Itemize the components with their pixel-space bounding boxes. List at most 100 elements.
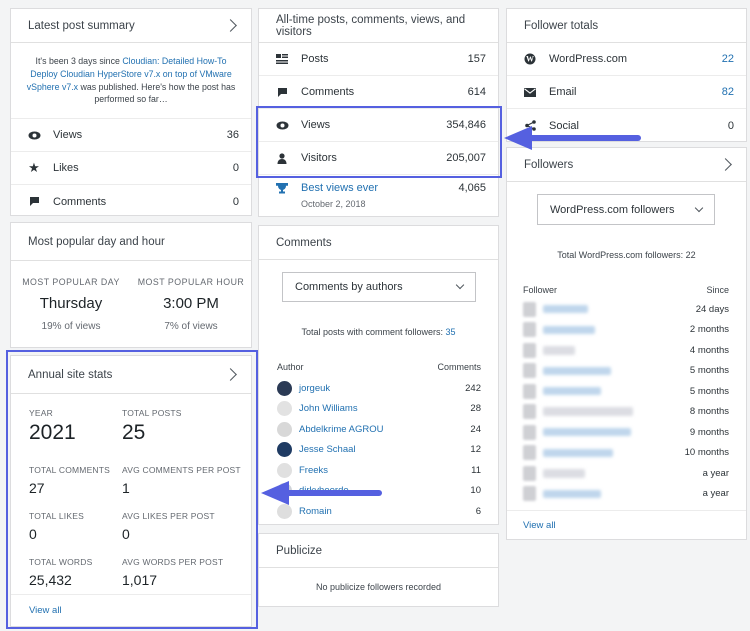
- card-title: Comments: [276, 236, 332, 249]
- card-title: Latest post summary: [28, 19, 135, 32]
- avatar: [277, 462, 292, 478]
- best-views-date: October 2, 2018: [301, 199, 366, 209]
- follower-since: 5 months: [689, 385, 729, 397]
- follower-name-blurred[interactable]: [543, 428, 631, 437]
- followers-footer: View all: [507, 510, 746, 539]
- popular-day: Thursday: [39, 295, 103, 312]
- follower-since: 8 months: [689, 406, 729, 418]
- latest-post-summary-header[interactable]: Latest post summary: [11, 9, 251, 43]
- follower-row: a year: [523, 463, 729, 484]
- followers-card: Followers WordPress.com followers Total …: [506, 147, 747, 540]
- avatar: [523, 445, 536, 461]
- wordpress-followers-link[interactable]: 22: [722, 53, 734, 65]
- author-link[interactable]: Jesse Schaal: [299, 444, 470, 455]
- avatar: [523, 301, 536, 317]
- author-comment-count: 12: [470, 444, 481, 456]
- author-link[interactable]: Abdelkrime AGROU: [299, 424, 470, 435]
- follower-row: 2 months: [523, 320, 729, 341]
- best-views-value: 4,065: [458, 182, 486, 194]
- comment-author-row: Jesse Schaal 12: [277, 440, 481, 461]
- chevron-right-icon[interactable]: [224, 19, 237, 32]
- follower-row: 5 months: [523, 381, 729, 402]
- follower-row: 10 months: [523, 443, 729, 464]
- mail-icon: [523, 87, 537, 97]
- follower-wordpress-row: W WordPress.com 22: [507, 43, 746, 76]
- publicize-header: Publicize: [259, 534, 498, 568]
- avatar: [523, 363, 536, 379]
- author-link[interactable]: jorgeuk: [299, 383, 465, 394]
- card-title: Most popular day and hour: [28, 235, 165, 248]
- avatar: [277, 442, 292, 458]
- comment-icon: [27, 196, 41, 207]
- avatar: [277, 401, 292, 417]
- follower-name-blurred[interactable]: [543, 345, 575, 355]
- card-title: Followers: [524, 158, 574, 171]
- most-popular-header: Most popular day and hour: [11, 223, 251, 261]
- avatar: [277, 421, 292, 437]
- avatar: [523, 342, 536, 358]
- follower-row: 4 months: [523, 340, 729, 361]
- follower-name-blurred[interactable]: [543, 468, 585, 478]
- comment-icon: [275, 87, 289, 98]
- highlight-box-annual-stats: [6, 350, 258, 629]
- wordpress-icon: W: [523, 53, 537, 65]
- follower-name-blurred[interactable]: [543, 448, 613, 457]
- best-views-link[interactable]: Best views ever: [301, 182, 458, 194]
- followers-type-dropdown[interactable]: WordPress.com followers: [537, 194, 715, 225]
- follower-since: 9 months: [689, 426, 729, 438]
- comments-by-authors-dropdown[interactable]: Comments by authors: [282, 272, 476, 302]
- best-views-row: Best views ever October 2, 2018 4,065: [259, 175, 498, 209]
- comment-followers-link[interactable]: 35: [446, 327, 456, 337]
- follower-since: a year: [702, 488, 729, 500]
- followers-view-all-link[interactable]: View all: [523, 520, 556, 531]
- follower-row: 9 months: [523, 422, 729, 443]
- avatar: [277, 380, 292, 396]
- follower-row: 5 months: [523, 361, 729, 382]
- publicize-empty: No publicize followers recorded: [315, 582, 442, 592]
- comments-header: Comments: [259, 226, 498, 260]
- highlight-box-views-visitors: [256, 106, 502, 178]
- card-title: Publicize: [276, 544, 323, 557]
- latest-post-description: It's been 3 days since Cloudian: Detaile…: [11, 43, 251, 119]
- follower-name-blurred[interactable]: [543, 489, 601, 498]
- follower-name-blurred[interactable]: [543, 387, 601, 396]
- email-followers-link[interactable]: 82: [722, 86, 734, 98]
- follower-row: 24 days: [523, 299, 729, 320]
- author-comment-count: 28: [470, 403, 481, 415]
- follower-totals-header: Follower totals: [507, 9, 746, 43]
- followers-table-header: Follower Since: [523, 285, 729, 295]
- author-link[interactable]: John Williams: [299, 403, 470, 414]
- comment-author-row: jorgeuk 242: [277, 378, 481, 399]
- author-comment-count: 24: [470, 423, 481, 435]
- comments-table-header: Author Comments: [277, 362, 481, 372]
- latest-views-row: Views 36: [11, 119, 251, 152]
- comment-author-row: Abdelkrime AGROU 24: [277, 419, 481, 440]
- author-link[interactable]: Freeks: [299, 465, 471, 476]
- chevron-right-icon[interactable]: [719, 158, 732, 171]
- follower-name-blurred[interactable]: [543, 305, 588, 314]
- most-popular-body: MOST POPULAR DAY Thursday 19% of views M…: [11, 261, 251, 332]
- chevron-down-icon: [694, 203, 704, 212]
- follower-email-row: Email 82: [507, 76, 746, 109]
- comment-author-row: John Williams 28: [277, 399, 481, 420]
- avatar: [523, 383, 536, 399]
- follower-row: a year: [523, 484, 729, 505]
- most-popular-card: Most popular day and hour MOST POPULAR D…: [10, 222, 252, 348]
- popular-hour: 3:00 PM: [163, 295, 219, 312]
- followers-table: Follower Since 24 days 2 months 4 months 5 …: [523, 285, 729, 504]
- follower-name-blurred[interactable]: [543, 407, 633, 417]
- card-title: All-time posts, comments, views, and vis…: [276, 13, 466, 38]
- arrow-icon: [261, 481, 382, 505]
- followers-header[interactable]: Followers: [507, 148, 746, 182]
- avatar: [523, 322, 536, 338]
- follower-name-blurred[interactable]: [543, 366, 611, 375]
- follower-name-blurred[interactable]: [543, 325, 595, 334]
- latest-post-summary-card: Latest post summary It's been 3 days sin…: [10, 8, 252, 216]
- follower-since: 4 months: [689, 344, 729, 356]
- follower-since: 24 days: [695, 303, 729, 315]
- posts-icon: [275, 54, 289, 64]
- card-title: Follower totals: [524, 19, 599, 32]
- follower-since: 10 months: [684, 447, 729, 459]
- star-icon: ★: [28, 160, 40, 175]
- author-comment-count: 11: [471, 464, 481, 476]
